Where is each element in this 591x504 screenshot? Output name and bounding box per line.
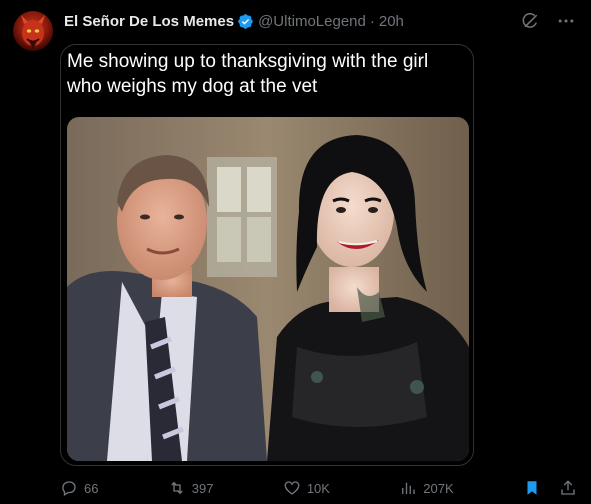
bookmark-icon[interactable] xyxy=(523,479,541,497)
like-icon xyxy=(283,479,301,497)
verified-badge-icon xyxy=(237,13,254,30)
right-actions xyxy=(523,479,577,497)
views-button[interactable]: 207K xyxy=(399,479,454,497)
reply-count: 66 xyxy=(84,480,99,496)
handle[interactable]: @UltimoLegend xyxy=(258,13,366,30)
display-name[interactable]: El Señor De Los Memes xyxy=(64,13,234,30)
views-count: 207K xyxy=(423,480,454,496)
like-count: 10K xyxy=(306,480,330,496)
grok-icon[interactable] xyxy=(519,10,541,32)
retweet-icon xyxy=(168,479,186,497)
share-icon[interactable] xyxy=(559,479,577,497)
views-icon xyxy=(399,479,417,497)
tweet-actions: 66 397 10K 207K xyxy=(60,478,577,498)
meme-photo[interactable] xyxy=(67,117,469,461)
separator-dot: · xyxy=(369,12,375,30)
reply-icon xyxy=(60,479,78,497)
top-right-actions xyxy=(519,10,577,32)
tweet-header: El Señor De Los Memes @UltimoLegend · 20… xyxy=(64,11,404,31)
meme-photo-image xyxy=(67,117,469,461)
timestamp[interactable]: 20h xyxy=(379,13,404,30)
more-icon[interactable] xyxy=(555,10,577,32)
retweet-button[interactable]: 397 xyxy=(168,479,214,497)
like-button[interactable]: 10K xyxy=(283,479,330,497)
avatar[interactable] xyxy=(13,11,53,51)
devil-avatar-image xyxy=(21,15,45,49)
meme-caption: Me showing up to thanksgiving with the g… xyxy=(67,51,429,97)
meme-card[interactable]: Me showing up to thanksgiving with the g… xyxy=(60,44,474,466)
retweet-count: 397 xyxy=(191,480,214,496)
reply-button[interactable]: 66 xyxy=(60,479,98,497)
